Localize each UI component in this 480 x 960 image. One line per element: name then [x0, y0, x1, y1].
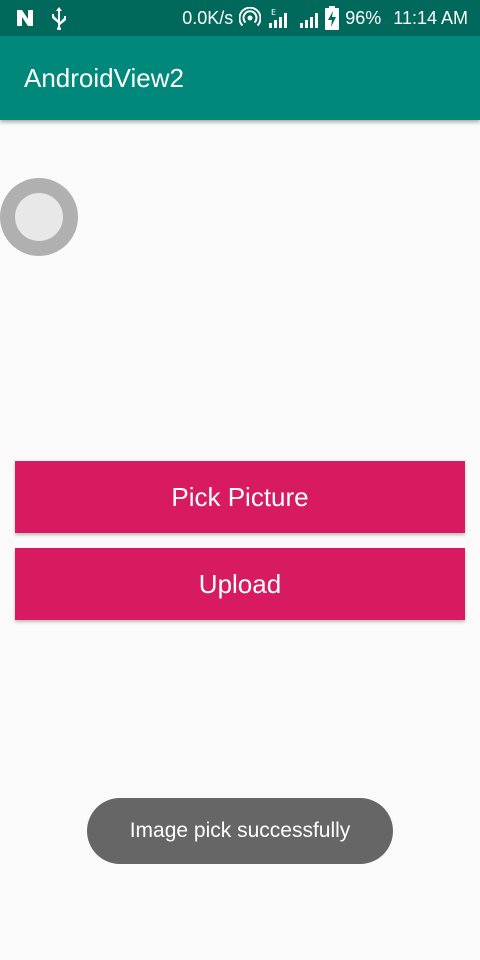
n-notification-icon — [14, 7, 36, 29]
signal-icon: E — [267, 7, 293, 29]
usb-icon — [50, 6, 68, 30]
app-bar: AndroidView2 — [0, 36, 480, 120]
network-type-label: E — [271, 8, 276, 17]
toast: Image pick successfully — [87, 798, 393, 864]
battery-charging-icon — [325, 6, 340, 30]
network-speed: 0.0K/s — [182, 8, 234, 28]
image-placeholder-core — [15, 193, 63, 241]
hotspot-icon — [239, 7, 262, 29]
image-view[interactable] — [0, 178, 78, 256]
status-bar-right: 0.0K/s E 96% 11:14 AM — [182, 5, 468, 31]
battery-percent: 96% — [345, 8, 382, 28]
toast-message: Image pick successfully — [129, 819, 351, 842]
image-placeholder-icon — [0, 178, 78, 256]
app-title: AndroidView2 — [24, 63, 184, 93]
signal-icon-2 — [299, 7, 319, 29]
pick-picture-button[interactable]: Pick Picture — [15, 461, 465, 533]
upload-button[interactable]: Upload — [15, 548, 465, 620]
status-bar-left — [14, 5, 68, 31]
status-bar: 0.0K/s E 96% 11:14 AM — [0, 0, 480, 36]
clock: 11:14 AM — [393, 8, 468, 28]
